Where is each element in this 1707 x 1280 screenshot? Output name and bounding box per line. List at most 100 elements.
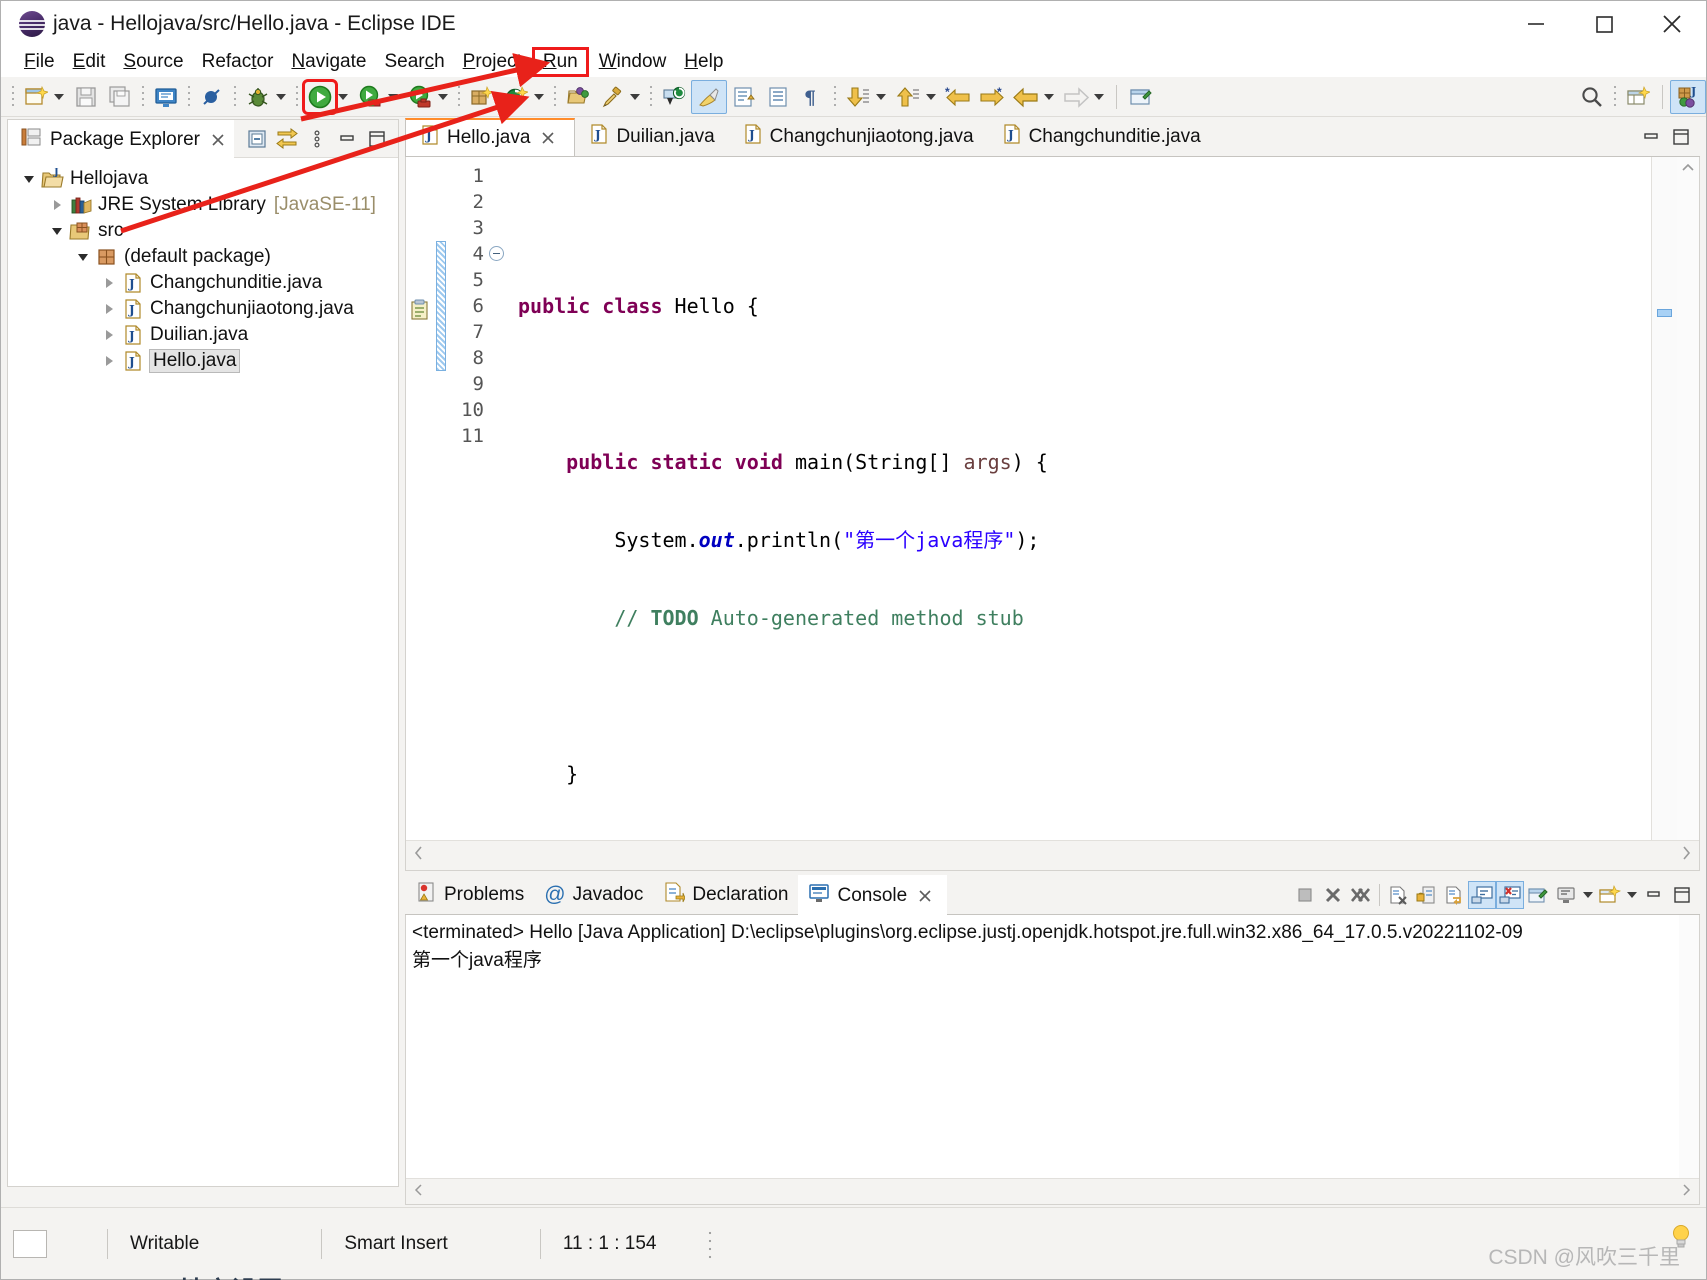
- show-console-on-output-icon[interactable]: [1468, 880, 1496, 909]
- chevron-down-icon[interactable]: [435, 82, 451, 112]
- chevron-down-icon[interactable]: [18, 166, 40, 192]
- pin-editor-button[interactable]: [1124, 80, 1158, 114]
- minimize-button[interactable]: [1502, 1, 1570, 47]
- tab-console[interactable]: Console: [798, 874, 948, 915]
- collapse-all-icon[interactable]: [242, 124, 272, 154]
- chevron-right-icon[interactable]: [98, 322, 120, 348]
- tab-changchunjiaotong-java[interactable]: J Changchunjiaotong.java: [729, 118, 988, 156]
- maximize-console-icon[interactable]: [1668, 881, 1696, 909]
- forward-history-button[interactable]: [1059, 80, 1109, 114]
- overview-ruler[interactable]: [1651, 157, 1677, 840]
- print-button[interactable]: [149, 80, 183, 114]
- tree-item-duilian-java[interactable]: J Duilian.java: [8, 322, 398, 348]
- back-history-button[interactable]: [1009, 80, 1059, 114]
- minimize-console-icon[interactable]: [1640, 881, 1668, 909]
- new-wizard-button[interactable]: [19, 80, 69, 114]
- minimize-view-icon[interactable]: [332, 124, 362, 154]
- skip-breakpoints-button[interactable]: [195, 80, 229, 114]
- menu-edit[interactable]: Edit: [64, 51, 115, 73]
- code-text[interactable]: public class Hello { public static void …: [492, 157, 1651, 840]
- tab-package-explorer[interactable]: Package Explorer: [8, 119, 234, 158]
- open-perspective-button[interactable]: [1621, 80, 1655, 114]
- tree-item-changchunditie-java[interactable]: J Changchunditie.java: [8, 270, 398, 296]
- word-wrap-icon[interactable]: [1440, 881, 1468, 909]
- tab-declaration[interactable]: Declaration: [653, 875, 798, 915]
- tab-duilian-java[interactable]: J Duilian.java: [575, 118, 728, 156]
- console-vertical-scrollbar[interactable]: [1679, 915, 1699, 1178]
- save-all-button[interactable]: [103, 80, 137, 114]
- new-class-button[interactable]: [499, 80, 549, 114]
- chevron-right-icon[interactable]: [98, 348, 120, 374]
- chevron-right-icon[interactable]: [46, 192, 68, 218]
- open-type-button[interactable]: [561, 80, 595, 114]
- maximize-button[interactable]: [1570, 1, 1638, 47]
- chevron-down-icon[interactable]: [873, 82, 889, 112]
- toggle-mark-occurrences-button[interactable]: [691, 79, 727, 114]
- status-drag-handle[interactable]: [706, 1228, 713, 1259]
- tree-item-changchunjiaotong-java[interactable]: J Changchunjiaotong.java: [8, 296, 398, 322]
- menu-source[interactable]: Source: [114, 51, 192, 73]
- menu-search[interactable]: Search: [375, 51, 453, 73]
- display-selected-console-icon[interactable]: [1552, 881, 1580, 909]
- open-console-icon[interactable]: [1596, 881, 1624, 909]
- task-repository-button[interactable]: [657, 80, 691, 114]
- scroll-right-icon[interactable]: [1681, 1183, 1691, 1201]
- menu-run[interactable]: Run: [531, 47, 589, 77]
- chevron-down-icon[interactable]: [46, 218, 68, 244]
- pin-console-icon[interactable]: [1524, 881, 1552, 909]
- chevron-down-icon[interactable]: [72, 244, 94, 270]
- source-editor[interactable]: 1 2 3 4 5 6 7 8 9 10 11 public class Hel…: [405, 157, 1700, 871]
- quick-fix-bulb-icon[interactable]: [1670, 1223, 1692, 1249]
- new-java-project-button[interactable]: [465, 80, 499, 114]
- menu-help[interactable]: Help: [675, 51, 732, 73]
- tab-changchunditie-java[interactable]: J Changchunditie.java: [988, 118, 1215, 156]
- console-horizontal-scrollbar[interactable]: [406, 1178, 1699, 1204]
- chevron-down-icon[interactable]: [923, 82, 939, 112]
- maximize-view-icon[interactable]: [362, 124, 392, 154]
- chevron-down-icon[interactable]: [1041, 82, 1057, 112]
- close-button[interactable]: [1638, 1, 1706, 47]
- link-with-editor-icon[interactable]: [272, 124, 302, 154]
- previous-annotation-button[interactable]: [891, 80, 941, 114]
- scroll-up-icon[interactable]: [1677, 157, 1699, 179]
- overview-marker[interactable]: [1657, 309, 1672, 317]
- chevron-right-icon[interactable]: [98, 296, 120, 322]
- chevron-down-icon[interactable]: [1091, 82, 1107, 112]
- chevron-right-icon[interactable]: [98, 270, 120, 296]
- debug-button[interactable]: [241, 80, 291, 114]
- tree-item-jre-system-library[interactable]: JRE System Library [JavaSE-11]: [8, 192, 398, 218]
- chevron-down-icon[interactable]: [273, 82, 289, 112]
- next-annotation-button[interactable]: [841, 80, 891, 114]
- remove-launch-icon[interactable]: [1319, 881, 1347, 909]
- menu-navigate[interactable]: Navigate: [282, 51, 375, 73]
- chevron-down-icon[interactable]: [51, 82, 67, 112]
- tab-problems[interactable]: Problems: [405, 875, 534, 915]
- show-console-on-error-icon[interactable]: [1496, 880, 1524, 909]
- chevron-down-icon[interactable]: [531, 82, 547, 112]
- tab-hello-java[interactable]: J Hello.java: [405, 118, 576, 156]
- clear-console-icon[interactable]: [1384, 881, 1412, 909]
- tab-javadoc[interactable]: @ Javadoc: [534, 875, 653, 915]
- editor-vertical-scrollbar[interactable]: [1677, 157, 1699, 840]
- toggle-block-selection-button[interactable]: [727, 80, 761, 114]
- tree-item-hello-java[interactable]: J Hello.java: [8, 348, 398, 374]
- show-whitespace-button[interactable]: [761, 80, 795, 114]
- tree-item-hellojava[interactable]: J Hellojava: [8, 166, 398, 192]
- open-task-button[interactable]: [595, 80, 645, 114]
- view-menu-icon[interactable]: [302, 124, 332, 154]
- scroll-left-icon[interactable]: [414, 1183, 424, 1201]
- editor-horizontal-scrollbar[interactable]: [406, 840, 1699, 870]
- scroll-right-icon[interactable]: [1681, 845, 1691, 866]
- close-icon[interactable]: [913, 884, 937, 908]
- search-button[interactable]: [1575, 80, 1609, 114]
- tree-item-src[interactable]: src: [8, 218, 398, 244]
- chevron-down-icon[interactable]: [1624, 880, 1640, 910]
- menu-window[interactable]: Window: [590, 51, 676, 73]
- marker-bar[interactable]: [406, 157, 434, 840]
- lock-scroll-icon[interactable]: [1412, 881, 1440, 909]
- minimize-editor-icon[interactable]: [1636, 122, 1666, 152]
- close-icon[interactable]: [206, 128, 230, 152]
- tree-item-default-package[interactable]: (default package): [8, 244, 398, 270]
- menu-file[interactable]: File: [15, 51, 64, 73]
- maximize-editor-icon[interactable]: [1666, 122, 1696, 152]
